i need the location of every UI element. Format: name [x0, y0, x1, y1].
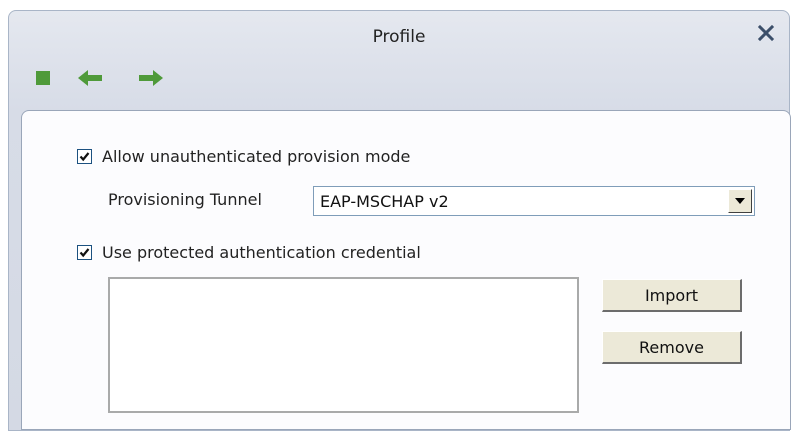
protected-credential-row: Use protected authentication credential: [77, 243, 421, 262]
protected-credential-checkbox[interactable]: [77, 245, 92, 260]
chevron-down-icon[interactable]: [728, 189, 752, 213]
close-icon[interactable]: [755, 22, 777, 44]
protected-credential-label: Use protected authentication credential: [102, 243, 421, 262]
checkmark-icon: [79, 248, 90, 258]
credential-list[interactable]: [108, 277, 579, 413]
provisioning-tunnel-value: EAP-MSCHAP v2: [320, 192, 449, 211]
profile-window: Profile Allow unauthenticated provision …: [8, 10, 791, 431]
allow-unauth-label: Allow unauthenticated provision mode: [102, 147, 411, 166]
stop-square-icon[interactable]: [34, 67, 52, 89]
back-arrow-icon[interactable]: [76, 67, 104, 89]
remove-button[interactable]: Remove: [602, 331, 742, 364]
import-button[interactable]: Import: [602, 279, 742, 312]
window-title: Profile: [372, 27, 426, 47]
allow-unauth-checkbox[interactable]: [77, 149, 92, 164]
settings-panel: Allow unauthenticated provision mode Pro…: [21, 110, 791, 430]
provisioning-tunnel-label: Provisioning Tunnel: [108, 190, 262, 209]
checkmark-icon: [79, 152, 90, 162]
forward-arrow-icon[interactable]: [137, 67, 165, 89]
provisioning-tunnel-select[interactable]: EAP-MSCHAP v2: [313, 186, 755, 216]
allow-unauth-row: Allow unauthenticated provision mode: [77, 147, 410, 166]
